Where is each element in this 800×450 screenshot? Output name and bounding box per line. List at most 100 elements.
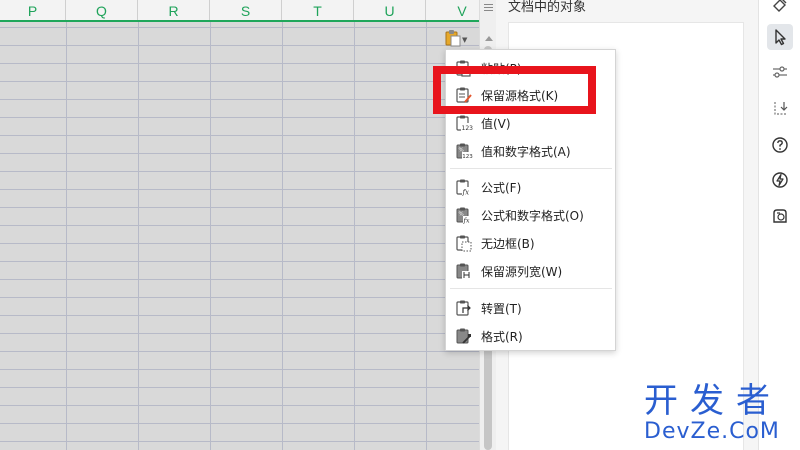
row-gridline	[0, 99, 479, 100]
menu-item-no-borders[interactable]: 无边框(B)	[447, 230, 615, 256]
clipboard-icon	[445, 30, 461, 47]
select-cursor-icon	[775, 29, 786, 46]
menu-item-label: 值(V)	[481, 117, 511, 131]
keep-column-width-icon	[456, 263, 472, 279]
row-gridline	[0, 153, 479, 154]
formula-icon: fx	[456, 179, 472, 197]
menu-item-values[interactable]: 123 值(V)	[447, 110, 615, 136]
column-header-v[interactable]: V	[426, 0, 479, 20]
row-gridline	[0, 135, 479, 136]
menu-item-keep-source-format[interactable]: 保留源格式(K)	[447, 82, 615, 108]
menu-item-label: 格式(R)	[481, 330, 523, 344]
paste-options-menu: 粘贴(P) 保留源格式(K) 123 值(V) % 123 值和数字格式(A)	[445, 49, 616, 351]
row-gridline	[0, 315, 479, 316]
row-gridline	[0, 171, 479, 172]
row-gridline	[0, 243, 479, 244]
column-gridline	[282, 22, 283, 450]
column-gridline	[138, 22, 139, 450]
cell-grid[interactable]	[0, 22, 479, 450]
select-button[interactable]	[767, 24, 793, 50]
row-gridline	[0, 423, 479, 424]
row-gridline	[0, 81, 479, 82]
scroll-up-arrow-icon[interactable]	[485, 36, 493, 41]
menu-item-label: 公式和数字格式(O)	[481, 209, 584, 223]
no-borders-icon	[456, 235, 472, 252]
help-button[interactable]	[767, 132, 793, 158]
transform-icon	[774, 102, 788, 115]
row-gridline	[0, 333, 479, 334]
menu-item-label: 粘贴(P)	[481, 62, 522, 76]
row-gridline	[0, 351, 479, 352]
row-gridline	[0, 369, 479, 370]
formula-number-format-icon: % fx	[456, 207, 472, 225]
style-button[interactable]	[767, 0, 793, 18]
menu-item-format[interactable]: 格式(R)	[447, 323, 615, 349]
column-header-s[interactable]: S	[210, 0, 282, 20]
menu-item-keep-column-width[interactable]: 保留源列宽(W)	[447, 258, 615, 284]
watermark-en-text: DevZe.CoM	[644, 419, 780, 444]
sliders-icon	[773, 66, 787, 78]
menu-item-formula-number-format[interactable]: % fx 公式和数字格式(O)	[447, 202, 615, 228]
column-header-t[interactable]: T	[282, 0, 354, 20]
menu-separator	[450, 288, 612, 289]
split-handle-icon[interactable]	[484, 4, 493, 13]
row-gridline	[0, 117, 479, 118]
menu-item-label: 无边框(B)	[481, 237, 535, 251]
watermark-cn-text: 开发者	[644, 381, 782, 421]
menu-item-label: 转置(T)	[481, 302, 522, 316]
backup-icon	[773, 209, 787, 223]
paste-values-icon: 123	[456, 115, 474, 132]
column-gridline	[426, 22, 427, 450]
column-header-p[interactable]: P	[0, 0, 66, 20]
spreadsheet-area[interactable]: P Q R S T U V ▼	[0, 0, 479, 450]
column-header-q[interactable]: Q	[66, 0, 138, 20]
row-gridline	[0, 441, 479, 442]
row-gridline	[0, 189, 479, 190]
adjust-button[interactable]	[767, 59, 793, 85]
column-header-r[interactable]: R	[138, 0, 210, 20]
row-gridline	[0, 261, 479, 262]
column-gridline	[354, 22, 355, 450]
lightning-icon	[772, 172, 788, 188]
style-icon	[773, 0, 787, 12]
transform-button[interactable]	[767, 95, 793, 121]
svg-text:123: 123	[462, 125, 474, 132]
row-gridline	[0, 27, 479, 28]
svg-text:fx: fx	[462, 189, 470, 197]
column-gridline	[66, 22, 67, 450]
row-gridline	[0, 225, 479, 226]
row-gridline	[0, 279, 479, 280]
panel-title: 文档中的对象	[508, 0, 587, 15]
help-icon	[772, 137, 788, 153]
row-gridline	[0, 405, 479, 406]
row-gridline	[0, 207, 479, 208]
row-gridline	[0, 63, 479, 64]
quick-action-button[interactable]	[767, 167, 793, 193]
menu-item-transpose[interactable]: 转置(T)	[447, 295, 615, 321]
menu-item-label: 保留源格式(K)	[481, 89, 559, 103]
chevron-down-icon: ▼	[462, 36, 468, 44]
paste-icon	[456, 60, 471, 77]
menu-separator	[450, 168, 612, 169]
format-icon	[456, 328, 471, 344]
menu-item-formula[interactable]: fx 公式(F)	[447, 174, 615, 200]
row-gridline	[0, 387, 479, 388]
menu-item-label: 保留源列宽(W)	[481, 265, 563, 279]
column-header-bar: P Q R S T U V	[0, 0, 479, 22]
row-gridline	[0, 297, 479, 298]
watermark: 开发者 DevZe.CoM	[644, 384, 794, 448]
column-gridline	[210, 22, 211, 450]
row-gridline	[0, 45, 479, 46]
keep-source-format-icon	[456, 87, 472, 103]
menu-item-label: 值和数字格式(A)	[481, 145, 571, 159]
menu-item-label: 公式(F)	[481, 181, 522, 195]
paste-options-button[interactable]: ▼	[445, 28, 475, 48]
menu-item-paste[interactable]: 粘贴(P)	[447, 55, 615, 81]
svg-text:fx: fx	[463, 217, 470, 225]
column-header-u[interactable]: U	[354, 0, 426, 20]
transpose-icon	[456, 300, 471, 316]
values-number-format-icon: % 123	[456, 143, 473, 160]
svg-text:123: 123	[462, 154, 473, 160]
backup-button[interactable]	[767, 203, 793, 229]
menu-item-values-number-format[interactable]: % 123 值和数字格式(A)	[447, 138, 615, 164]
